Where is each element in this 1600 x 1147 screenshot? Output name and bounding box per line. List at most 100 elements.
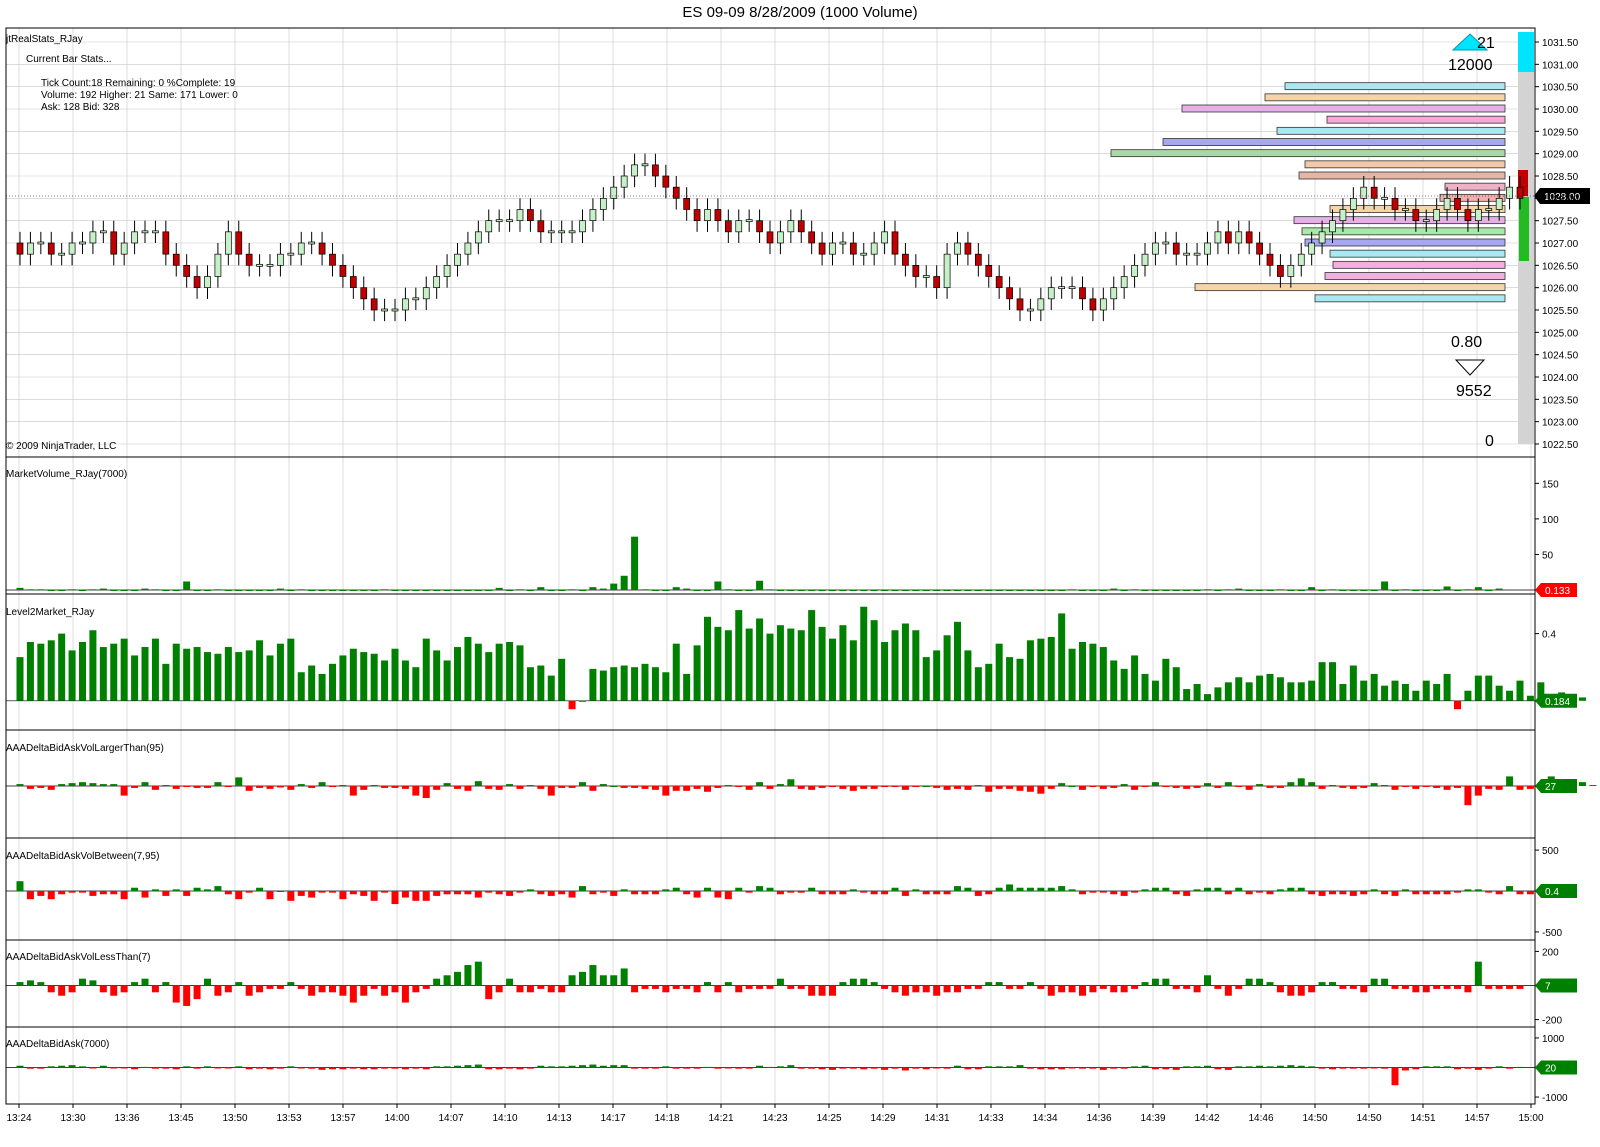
large-delta-bar [1318,786,1326,789]
between-delta-bar [151,889,159,891]
candle-body [245,253,253,266]
volume-bar [547,590,555,591]
large-delta-bar [891,786,899,787]
level2-bar [99,647,107,701]
candle-body [933,276,941,289]
large-delta-bar [766,786,774,789]
small-delta-bar [339,985,347,996]
volume-bar [110,590,118,591]
level2-bar [1245,682,1253,701]
total-delta-bar [547,1066,555,1068]
between-delta-bar [1214,887,1222,891]
level2-bar [1089,643,1097,701]
candle-body [433,276,441,289]
total-delta-bar [1110,1067,1118,1069]
level2-bar [735,610,743,701]
volume-bar [297,589,305,591]
small-delta-bar [1026,982,1034,986]
small-delta-bar [16,982,24,986]
small-delta-bar [1068,985,1076,993]
small-delta-bar [120,985,128,993]
candle-body [1141,253,1149,266]
total-delta-bar [537,1065,545,1068]
volume-bar [1495,588,1503,590]
total-delta-bar [1193,1066,1201,1068]
total-delta-bar [1454,1067,1461,1070]
level2-bar [1495,685,1503,701]
large-delta-bar [745,786,753,790]
level2-bar [641,663,649,701]
level2-bar [631,667,639,701]
large-delta-bar [1495,786,1503,790]
total-delta-bar [1276,1065,1284,1068]
candle-body [610,186,618,199]
profile-bar [1162,138,1506,146]
total-delta-bar [1433,1066,1441,1068]
level2-panel-label: Level2Market_RJay [6,607,94,618]
large-delta-bar [641,786,649,789]
level2-bar [672,643,680,701]
volume-bar [235,590,243,591]
candle-body [641,163,649,167]
volume-bar [391,590,399,591]
candle-body [172,253,180,266]
total-delta-bar [735,1067,743,1069]
small-delta-bar [1297,985,1305,996]
small-delta-bar [245,985,253,996]
large-delta-bar [776,784,784,786]
level2-bar [381,660,389,701]
small-delta-bar [99,985,107,993]
x-tick-label: 14:42 [1194,1113,1219,1124]
between-delta-bar [1099,891,1107,893]
price-panel[interactable]: jtRealStats_RJay Current Bar Stats... Ti… [5,32,1590,452]
between-delta-bar [485,891,493,893]
total-delta-bar [870,1067,878,1069]
between-delta-bar [308,891,316,898]
level2-bar [1433,684,1441,701]
level2-bar [131,655,139,701]
volume-bar [1016,590,1024,591]
volume-bar [995,590,1003,591]
x-tick-label: 14:13 [546,1113,571,1124]
small-delta-bar [401,985,409,1003]
level2-bar [683,673,691,701]
between-delta-bar [1412,891,1420,895]
between-delta-bar [391,891,399,905]
candle-body [1308,242,1316,255]
level2-bar [1287,682,1295,701]
candle-body [224,231,232,255]
total-delta-bar [849,1067,857,1069]
small-delta-bar [1370,978,1378,986]
total-delta-bar [1485,1067,1493,1069]
level2-bar [204,652,211,701]
small-delta-bar [256,985,264,993]
stats-line-2: Volume: 192 Higher: 21 Same: 171 Lower: … [41,90,238,101]
candle-body [1349,197,1357,210]
volume-bar [422,590,430,591]
x-tick-label: 14:33 [978,1113,1003,1124]
between-delta-bar [1026,887,1034,891]
candle-body [1256,242,1263,255]
volume-bar [693,590,701,591]
large-delta-bar [954,786,961,789]
total-delta-bar [485,1067,493,1070]
total-delta-bar [974,1067,982,1070]
total-delta-bar [162,1067,170,1069]
candle-body [1370,186,1378,199]
candle-body [37,241,45,245]
small-delta-tick-label: -200 [1542,1016,1562,1027]
large-delta-bar [756,782,764,786]
total-delta-bar [1339,1067,1347,1069]
large-delta-bar [672,786,680,791]
between-delta-bar [1151,887,1159,891]
level2-bar [339,655,347,701]
between-delta-bar [849,889,857,891]
total-delta-bar [193,1067,201,1069]
chart-canvas[interactable]: jtRealStats_RJay Current Bar Stats... Ti… [0,0,1600,1147]
small-delta-bar [693,985,701,993]
total-delta-bar [1204,1065,1211,1068]
small-delta-bar [1318,982,1326,986]
large-delta-bar [797,786,805,789]
small-delta-bar [1308,985,1316,993]
between-delta-bar [1308,891,1316,895]
